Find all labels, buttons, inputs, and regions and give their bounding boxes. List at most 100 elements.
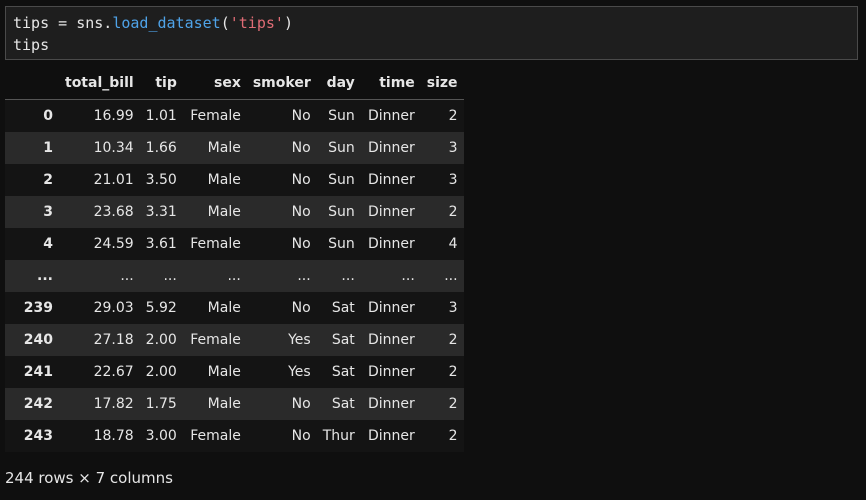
table-row: 2 21.01 3.50 Male No Sun Dinner 3 [5,164,464,196]
table-row: 240 27.18 2.00 Female Yes Sat Dinner 2 [5,324,464,356]
cell-tip: 3.61 [145,236,177,252]
cell-total-bill: 29.03 [93,300,134,316]
cell-sex: Male [207,172,241,188]
dataframe-shape-text: 244 rows × 7 columns [5,469,173,487]
table-row: 241 22.67 2.00 Male Yes Sat Dinner 2 [5,356,464,388]
header-time: time [360,67,421,100]
cell-sex: Female [190,108,241,124]
cell-tip: 3.31 [145,204,177,220]
cell-time: Dinner [367,300,415,316]
code-cell[interactable]: tips = sns.load_dataset('tips') tips [5,6,858,60]
cell-tip: ... [163,268,177,284]
cell-size: 3 [448,140,458,156]
cell-sex: Male [207,364,241,380]
table-row: 243 18.78 3.00 Female No Thur Dinner 2 [5,420,464,452]
code-operator: = [49,14,77,32]
cell-size: 2 [448,396,458,412]
row-index: 242 [23,396,53,412]
cell-total-bill: 24.59 [93,236,134,252]
cell-total-bill: 10.34 [93,140,134,156]
cell-size: 2 [448,364,458,380]
cell-day: Sun [328,172,355,188]
row-index: ... [37,268,53,284]
table-row: 0 16.99 1.01 Female No Sun Dinner 2 [5,99,464,132]
cell-sex: ... [227,268,241,284]
row-index: 4 [43,236,53,252]
cell-size: ... [444,268,458,284]
cell-total-bill: 23.68 [93,204,134,220]
cell-day: Sat [331,364,355,380]
cell-day: Sun [328,204,355,220]
code-paren-open: ( [220,14,230,32]
cell-sex: Male [207,396,241,412]
cell-tip: 2.00 [145,332,177,348]
cell-tip: 5.92 [145,300,177,316]
cell-sex: Male [207,300,241,316]
row-index: 243 [23,428,53,444]
cell-tip: 2.00 [145,364,177,380]
row-index: 239 [23,300,53,316]
cell-total-bill: ... [120,268,134,284]
cell-time: Dinner [367,332,415,348]
cell-day: Sat [331,396,355,412]
cell-smoker: No [291,108,311,124]
header-size: size [420,67,464,100]
cell-day: Sun [328,140,355,156]
row-index: 240 [23,332,53,348]
cell-day: Thur [322,428,355,444]
cell-size: 2 [448,428,458,444]
header-day: day [316,67,361,100]
cell-size: 2 [448,204,458,220]
header-sex: sex [182,67,247,100]
cell-smoker: No [291,140,311,156]
cell-tip: 3.50 [145,172,177,188]
cell-sex: Female [190,236,241,252]
header-smoker: smoker [246,67,317,100]
cell-day: Sun [328,108,355,124]
cell-time: Dinner [367,428,415,444]
header-tip: tip [139,67,183,100]
table-row: 239 29.03 5.92 Male No Sat Dinner 3 [5,292,464,324]
cell-time: Dinner [367,140,415,156]
cell-time: Dinner [367,364,415,380]
cell-total-bill: 18.78 [93,428,134,444]
cell-size: 2 [448,332,458,348]
table-row: 3 23.68 3.31 Male No Sun Dinner 2 [5,196,464,228]
cell-time: Dinner [367,172,415,188]
cell-time: Dinner [367,236,415,252]
cell-smoker: ... [297,268,311,284]
cell-day: Sat [331,332,355,348]
cell-day: Sat [331,300,355,316]
row-index: 0 [43,108,53,124]
cell-size: 3 [448,172,458,188]
cell-time: Dinner [367,396,415,412]
code-module: sns. [76,14,113,32]
row-index: 3 [43,204,53,220]
cell-time: ... [401,268,415,284]
cell-time: Dinner [367,204,415,220]
row-index: 241 [23,364,53,380]
code-string-arg: 'tips' [229,14,284,32]
cell-time: Dinner [367,108,415,124]
code-paren-close: ) [283,14,293,32]
code-var: tips [13,14,50,32]
cell-tip: 1.01 [145,108,177,124]
cell-smoker: No [291,396,311,412]
table-row: 4 24.59 3.61 Female No Sun Dinner 4 [5,228,464,260]
table-row: 1 10.34 1.66 Male No Sun Dinner 3 [5,132,464,164]
cell-smoker: Yes [288,332,311,348]
cell-smoker: No [291,172,311,188]
cell-tip: 3.00 [145,428,177,444]
cell-size: 4 [448,236,458,252]
row-index: 1 [43,140,53,156]
cell-total-bill: 17.82 [93,396,134,412]
cell-day: Sun [328,236,355,252]
cell-smoker: No [291,204,311,220]
table-header-row: total_bill tip sex smoker day time size [5,67,464,100]
cell-sex: Female [190,428,241,444]
cell-total-bill: 22.67 [93,364,134,380]
cell-smoker: No [291,300,311,316]
table-row-ellipsis: ... ... ... ... ... ... ... ... [5,260,464,292]
cell-output: total_bill tip sex smoker day time size … [5,67,464,452]
cell-sex: Female [190,332,241,348]
